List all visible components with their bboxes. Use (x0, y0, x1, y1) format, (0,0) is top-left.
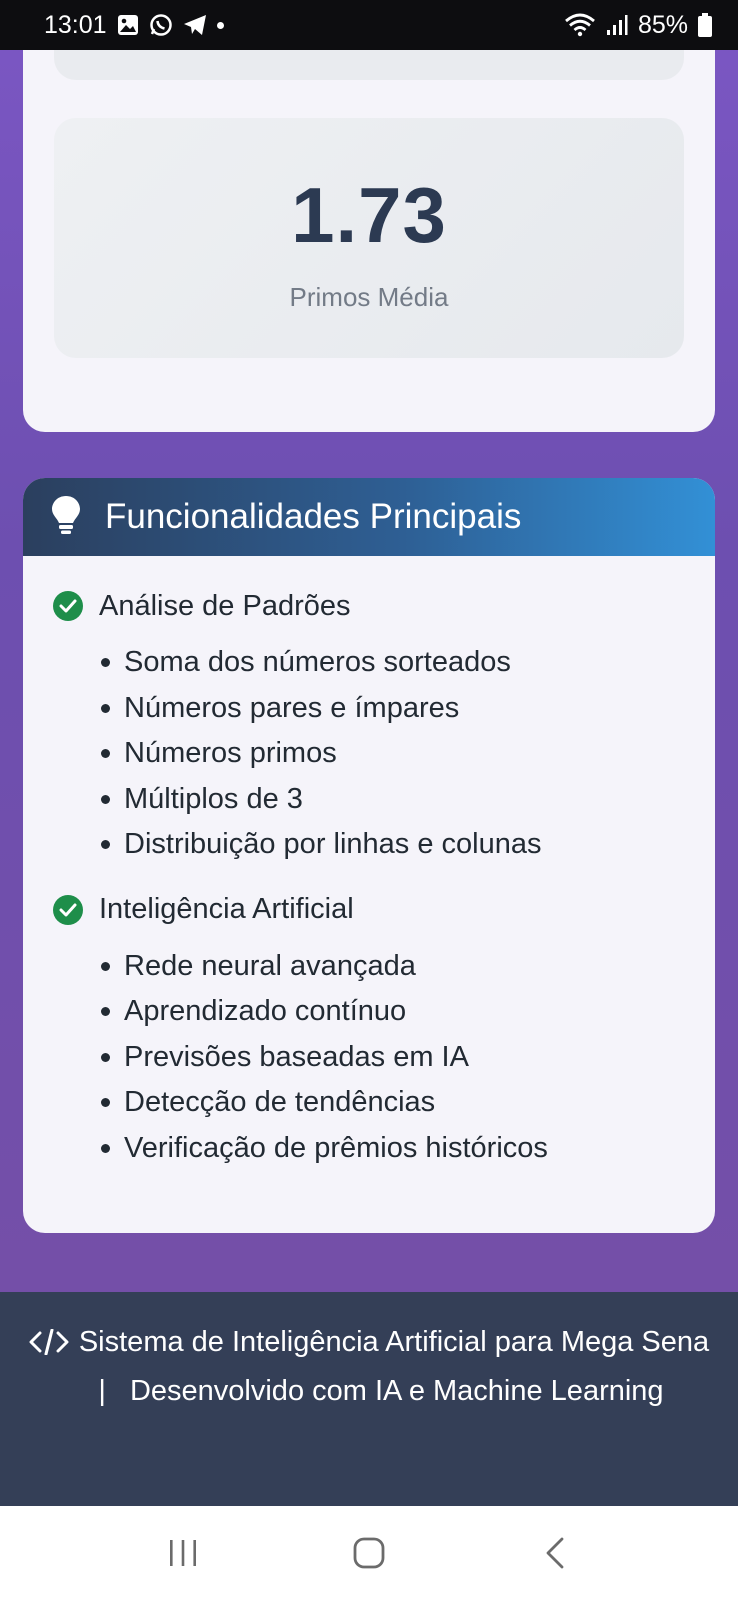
recent-apps-button[interactable] (153, 1523, 213, 1583)
list-item: Distribuição por linhas e colunas (101, 822, 685, 868)
footer-text-credit: Desenvolvido com IA e Machine Learning (129, 1375, 664, 1407)
back-button[interactable] (525, 1523, 585, 1583)
bullet-dot (101, 961, 110, 971)
stat-tile: 1.73 Primos Média (54, 118, 684, 358)
list-item: Aprendizado contínuo (101, 989, 685, 1035)
list-item-text: Detecção de tendências (124, 1086, 436, 1119)
stat-tile-partial (54, 50, 684, 80)
check-circle-icon (53, 591, 83, 621)
check-circle-icon (53, 894, 83, 925)
dot-icon (216, 21, 224, 29)
list-item: Soma dos números sorteados (101, 640, 685, 686)
bullet-dot (101, 1143, 110, 1153)
list-item-text: Rede neural avançada (124, 949, 416, 982)
list-item-text: Verificação de prêmios históricos (124, 1131, 548, 1164)
bullet-dot (101, 1098, 110, 1108)
list-item-text: Distribuição por linhas e colunas (124, 828, 542, 861)
status-left: 13:01 (44, 11, 224, 40)
bullet-dot (101, 1007, 110, 1017)
section-analise-padroes: Análise de Padrões Soma dos números sort… (53, 586, 685, 868)
bullet-dot (101, 658, 110, 668)
features-body: Análise de Padrões Soma dos números sort… (23, 556, 715, 1171)
section-inteligencia-artificial: Inteligência Artificial Rede neural avan… (53, 890, 685, 1172)
status-bar: 13:01 85% (0, 0, 738, 50)
stats-card: 1.73 Primos Média (23, 50, 715, 432)
list-item: Detecção de tendências (101, 1080, 685, 1126)
list-item-text: Números primos (124, 737, 337, 770)
telegram-icon (183, 14, 207, 36)
bullet-dot (101, 749, 110, 759)
whatsapp-icon (149, 13, 173, 37)
list-item: Verificação de prêmios históricos (101, 1126, 685, 1172)
recent-apps-icon (170, 1540, 196, 1566)
bullet-dot (101, 794, 110, 804)
bullet-dot (101, 840, 110, 850)
footer-separator: | (98, 1375, 106, 1407)
features-card: Funcionalidades Principais Análise de Pa… (23, 478, 715, 1233)
section-title: Inteligência Artificial (99, 893, 354, 925)
footer: Sistema de Inteligência Artificial para … (0, 1292, 738, 1506)
list-item: Números pares e ímpares (101, 686, 685, 732)
back-icon (546, 1537, 564, 1569)
list-item: Números primos (101, 731, 685, 777)
list-item: Múltiplos de 3 (101, 777, 685, 823)
section-head: Análise de Padrões (53, 586, 685, 626)
list-item: Rede neural avançada (101, 944, 685, 990)
home-button[interactable] (339, 1523, 399, 1583)
list-item: Previsões baseadas em IA (101, 1035, 685, 1081)
wifi-icon (564, 13, 596, 37)
battery-percentage: 85% (637, 10, 688, 39)
list-item-text: Previsões baseadas em IA (124, 1040, 469, 1073)
home-icon (353, 1537, 385, 1569)
features-title: Funcionalidades Principais (105, 497, 522, 536)
list-item-text: Números pares e ímpares (124, 691, 460, 724)
code-icon (29, 1324, 69, 1369)
features-header: Funcionalidades Principais (23, 478, 715, 556)
list-item-text: Múltiplos de 3 (124, 782, 303, 815)
bullet-list: Rede neural avançada Aprendizado contínu… (53, 944, 685, 1172)
section-head: Inteligência Artificial (53, 890, 685, 930)
status-time: 13:01 (44, 10, 107, 39)
stat-label: Primos Média (289, 282, 449, 312)
list-item-text: Aprendizado contínuo (124, 995, 407, 1028)
lightbulb-icon (51, 495, 81, 540)
stat-value: 1.73 (291, 171, 447, 259)
footer-text-main: Sistema de Inteligência Artificial para … (78, 1326, 710, 1358)
gallery-icon (117, 14, 139, 36)
status-right: 85% (564, 11, 712, 40)
page-content[interactable]: 1.73 Primos Média Funcionalidades Princi… (0, 50, 738, 1292)
bullet-dot (101, 1052, 110, 1062)
signal-icon (606, 14, 628, 36)
battery-icon (698, 13, 712, 37)
bullet-dot (101, 703, 110, 713)
navigation-bar (0, 1506, 738, 1600)
bullet-list: Soma dos números sorteados Números pares… (53, 640, 685, 868)
section-title: Análise de Padrões (99, 589, 351, 622)
list-item-text: Soma dos números sorteados (124, 646, 511, 679)
